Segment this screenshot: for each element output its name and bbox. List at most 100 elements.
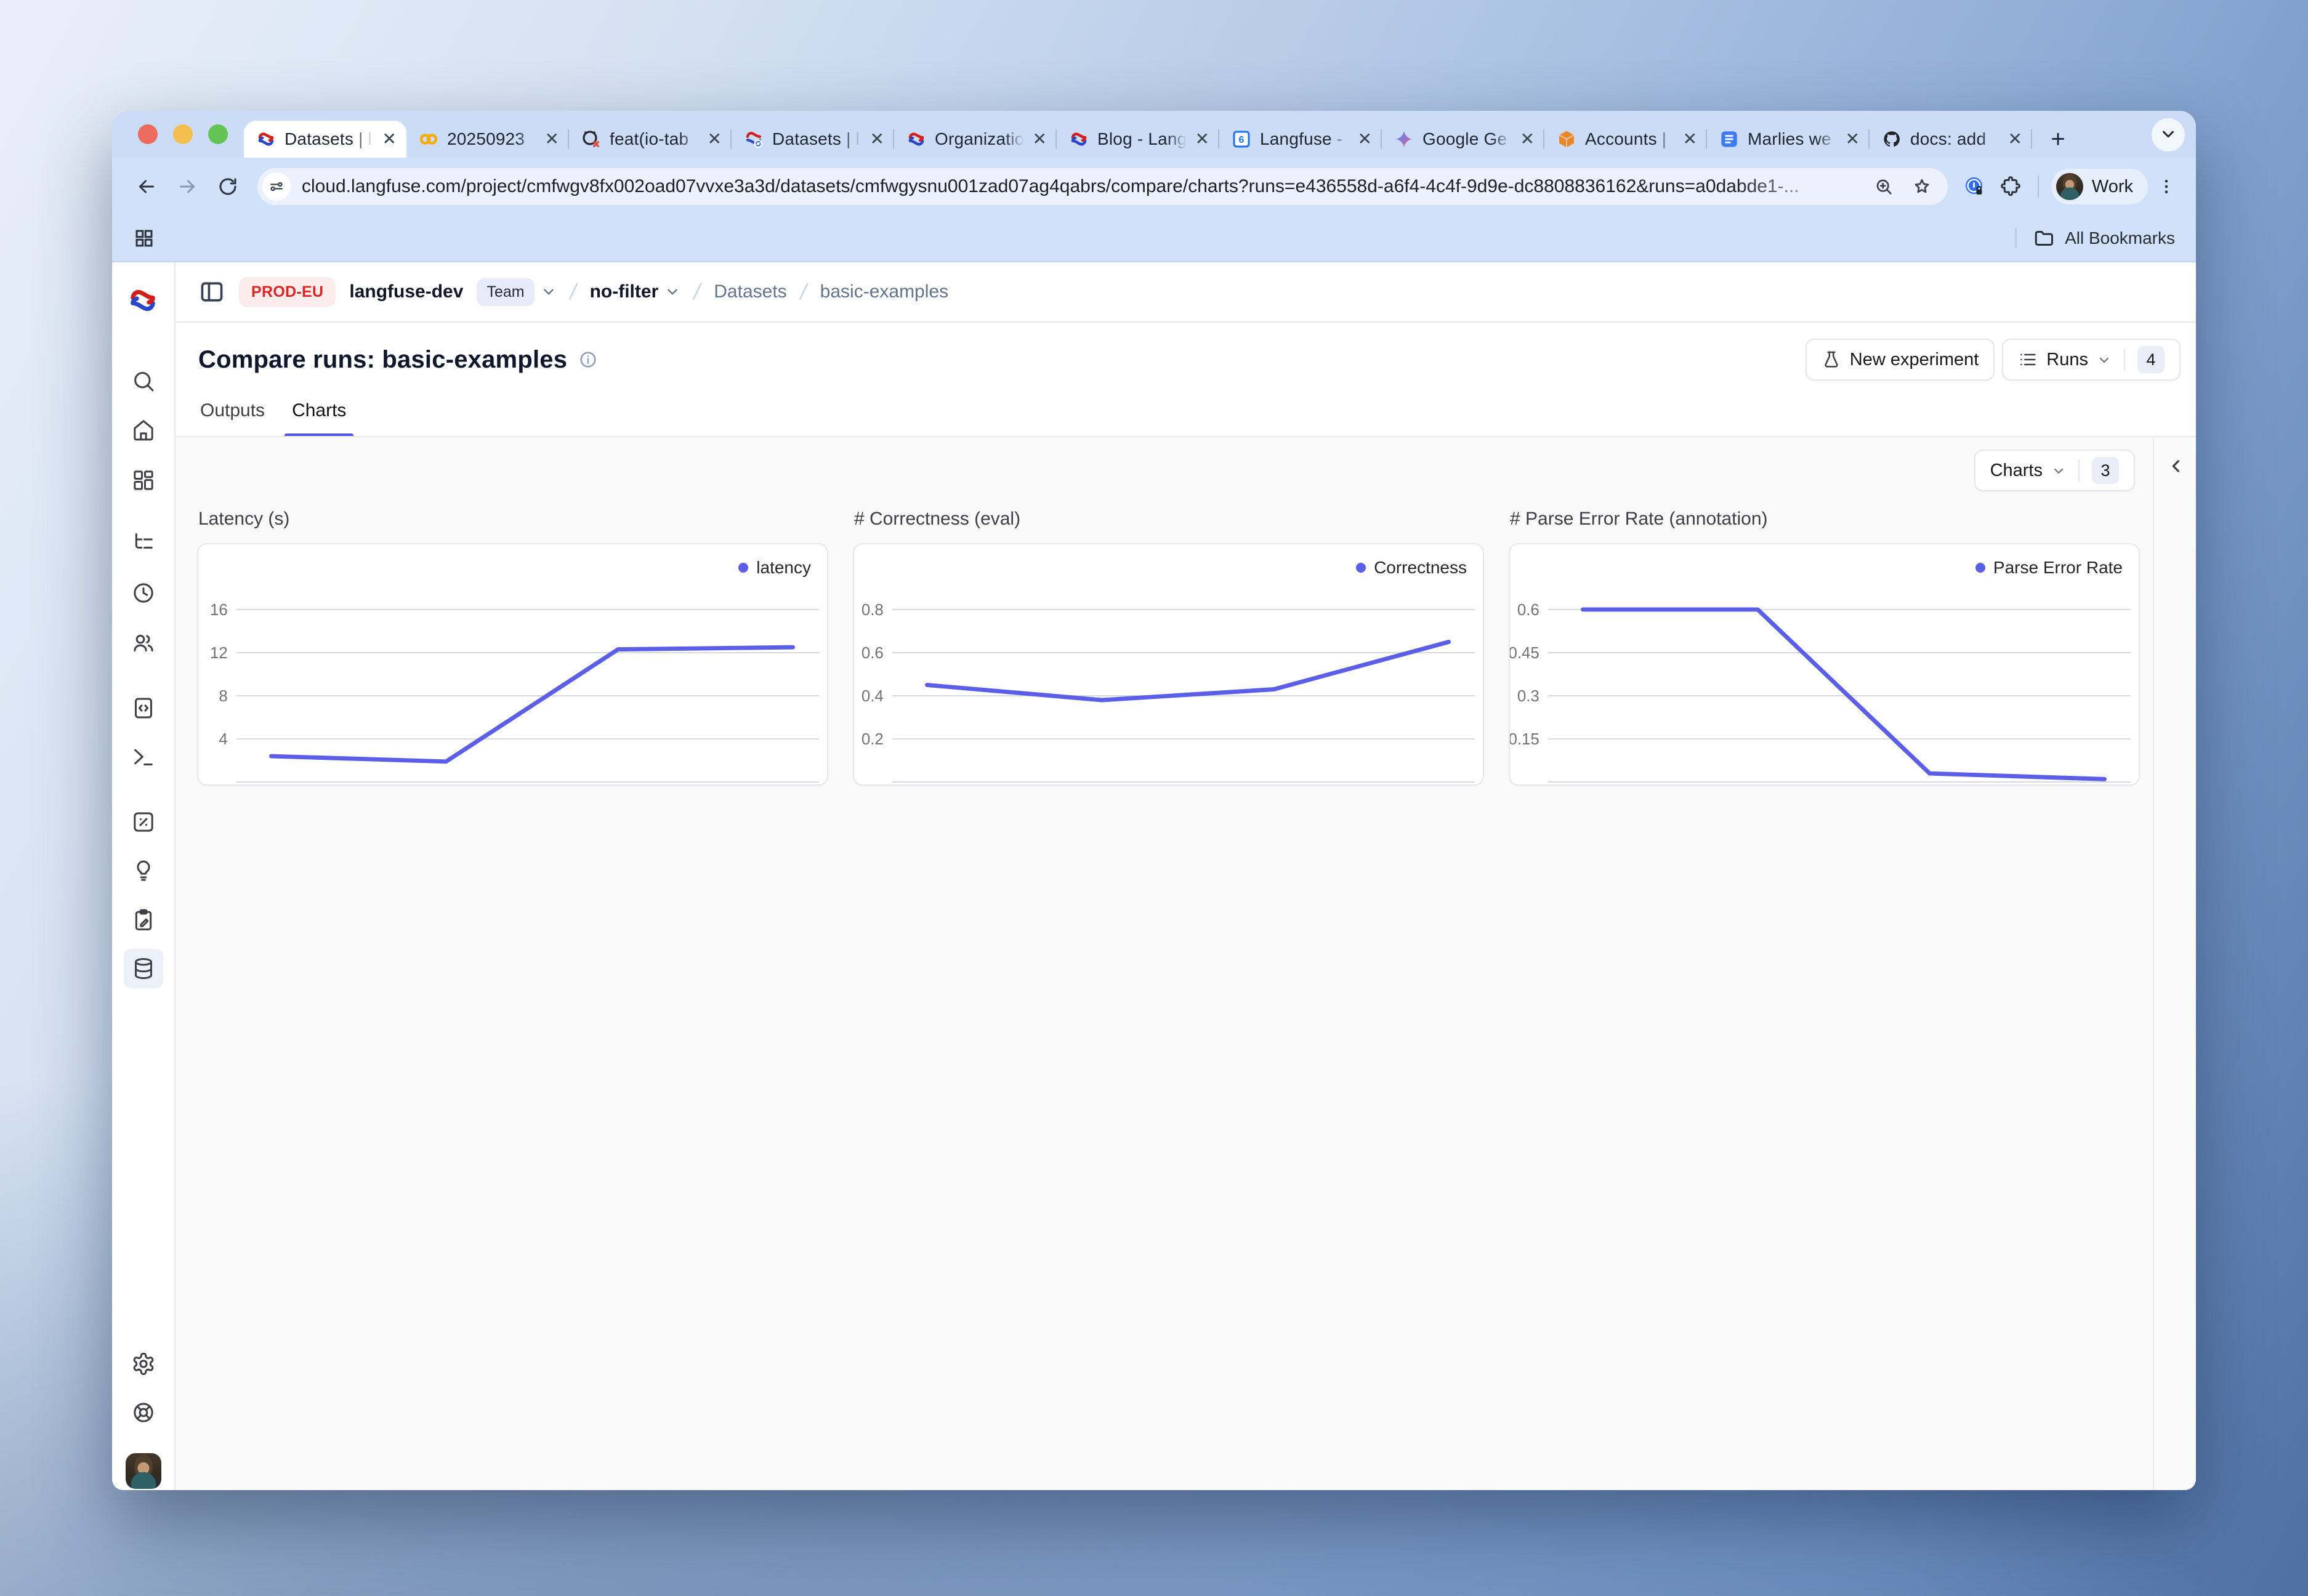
breadcrumb-datasets-link[interactable]: Datasets — [714, 281, 786, 302]
svg-text:8: 8 — [219, 688, 227, 705]
svg-text:12: 12 — [210, 645, 228, 662]
svg-text:0.8: 0.8 — [861, 602, 884, 619]
browser-tab[interactable]: Datasets | l✕ — [244, 121, 406, 158]
chart-legend: Correctness — [1356, 558, 1467, 578]
langfuse-favicon — [1069, 129, 1089, 149]
svg-text:0.6: 0.6 — [861, 645, 884, 662]
sidebar-item-settings[interactable] — [124, 1344, 163, 1384]
line-chart: 0.60.450.30.15 — [1510, 544, 2139, 784]
close-tab-icon[interactable]: ✕ — [382, 131, 397, 148]
page-header: Compare runs: basic-examples New experim… — [176, 323, 2196, 397]
new-experiment-button[interactable]: New experiment — [1806, 339, 1995, 381]
site-info-icon[interactable] — [262, 172, 291, 201]
all-bookmarks-button[interactable]: All Bookmarks — [2033, 227, 2175, 249]
bookmark-star-icon[interactable] — [1908, 173, 1935, 200]
sidebar-item-annotation-queues[interactable] — [124, 900, 163, 940]
sidebar-item-datasets[interactable] — [124, 949, 163, 988]
browser-tab[interactable]: Datasets | l ✕ — [732, 121, 894, 158]
browser-menu-icon[interactable] — [2154, 172, 2179, 201]
info-icon[interactable] — [578, 350, 598, 369]
close-tab-icon[interactable]: ✕ — [2008, 131, 2022, 148]
folder-icon — [2033, 227, 2055, 249]
browser-tab[interactable]: Google Ge✕ — [1382, 121, 1544, 158]
legend-label: Correctness — [1374, 558, 1467, 578]
close-window-button[interactable] — [138, 124, 158, 144]
environment-badge[interactable]: PROD-EU — [239, 277, 336, 307]
sidebar-item-support[interactable] — [124, 1393, 163, 1432]
close-tab-icon[interactable]: ✕ — [1195, 131, 1209, 148]
close-tab-icon[interactable]: ✕ — [1683, 131, 1697, 148]
address-bar[interactable]: cloud.langfuse.com/project/cmfwgv8fx002o… — [257, 168, 1948, 205]
close-tab-icon[interactable]: ✕ — [545, 131, 559, 148]
url-text: cloud.langfuse.com/project/cmfwgv8fx002o… — [302, 176, 1859, 197]
apps-grid-icon[interactable] — [133, 227, 155, 249]
browser-tab[interactable]: Organizatio✕ — [894, 121, 1057, 158]
gear-icon — [131, 1352, 156, 1376]
sidebar-item-search[interactable] — [124, 361, 163, 401]
sidebar-item-prompts[interactable] — [124, 688, 163, 728]
browser-tab[interactable]: 20250923✕ — [406, 121, 569, 158]
sidebar-item-tracing[interactable] — [124, 523, 163, 562]
collapse-panel-button[interactable] — [2163, 453, 2190, 480]
close-tab-icon[interactable]: ✕ — [870, 131, 884, 148]
zoom-page-icon[interactable] — [1870, 173, 1897, 200]
close-tab-icon[interactable]: ✕ — [1520, 131, 1535, 148]
browser-tab[interactable]: Blog - Lang✕ — [1057, 121, 1219, 158]
profile-chip[interactable]: Work — [2051, 169, 2148, 204]
runs-count-badge: 4 — [2137, 346, 2165, 373]
close-tab-icon[interactable]: ✕ — [1358, 131, 1372, 148]
database-icon — [131, 956, 156, 981]
lightbulb-icon — [131, 858, 156, 883]
reload-button[interactable] — [211, 169, 245, 204]
new-tab-button[interactable]: + — [2041, 122, 2075, 156]
sidebar-item-playground[interactable] — [124, 737, 163, 776]
org-selector[interactable]: Team — [477, 278, 556, 306]
tab-title: Datasets | l — [772, 129, 861, 149]
grid-icon — [131, 468, 156, 493]
user-avatar[interactable] — [126, 1453, 161, 1489]
sidebar-item-dashboards[interactable] — [124, 461, 163, 500]
sidebar-item-evaluators[interactable] — [124, 802, 163, 842]
browser-tab[interactable]: Accounts |✕ — [1544, 121, 1707, 158]
sidebar-item-insights[interactable] — [124, 851, 163, 890]
all-bookmarks-label: All Bookmarks — [2065, 228, 2175, 248]
sidebar-item-users[interactable] — [124, 623, 163, 663]
zoom-window-button[interactable] — [208, 124, 228, 144]
breadcrumb-slash: / — [797, 279, 809, 305]
svg-text:4: 4 — [219, 731, 227, 748]
close-tab-icon[interactable]: ✕ — [708, 131, 722, 148]
breadcrumb-dataset-name[interactable]: basic-examples — [820, 281, 948, 302]
breadcrumb-slash: / — [567, 279, 579, 305]
sidebar-item-sessions[interactable] — [124, 573, 163, 613]
tab-search-button[interactable] — [2152, 118, 2185, 151]
browser-tab[interactable]: docs: add✕ — [1870, 121, 2032, 158]
close-tab-icon[interactable]: ✕ — [1033, 131, 1047, 148]
search-icon — [131, 369, 156, 393]
password-manager-extension-icon[interactable] — [1960, 172, 1990, 201]
colab-favicon — [419, 129, 438, 149]
minimize-window-button[interactable] — [173, 124, 193, 144]
left-nav-rail — [112, 262, 176, 1490]
tab-charts[interactable]: Charts — [292, 397, 346, 436]
browser-tabs: Datasets | l✕20250923✕feat(io-tab✕Datase… — [244, 121, 2075, 158]
browser-tab[interactable]: feat(io-tab✕ — [569, 121, 732, 158]
desktop-wallpaper: Datasets | l✕20250923✕feat(io-tab✕Datase… — [0, 0, 2308, 1596]
tab-title: Langfuse - — [1260, 129, 1349, 149]
github-favicon — [1882, 129, 1902, 149]
project-selector[interactable]: no-filter — [590, 281, 681, 302]
back-button[interactable] — [129, 169, 164, 204]
chart-title: # Correctness (eval) — [854, 509, 1484, 530]
runs-dropdown-button[interactable]: Runs 4 — [2002, 339, 2181, 381]
browser-tab[interactable]: 6Langfuse -✕ — [1219, 121, 1382, 158]
sidebar-item-home[interactable] — [124, 410, 163, 449]
sidebar-toggle-icon[interactable] — [198, 278, 225, 305]
legend-label: Parse Error Rate — [1993, 558, 2123, 578]
forward-button[interactable] — [170, 169, 204, 204]
organization-name[interactable]: langfuse-dev — [349, 281, 463, 302]
browser-tab[interactable]: Marlies we✕ — [1707, 121, 1870, 158]
extensions-puzzle-icon[interactable] — [1996, 172, 2025, 201]
tab-outputs[interactable]: Outputs — [200, 397, 265, 436]
close-tab-icon[interactable]: ✕ — [1846, 131, 1860, 148]
charts-dropdown-button[interactable]: Charts 3 — [1974, 449, 2135, 491]
langfuse-logo[interactable] — [127, 284, 159, 313]
